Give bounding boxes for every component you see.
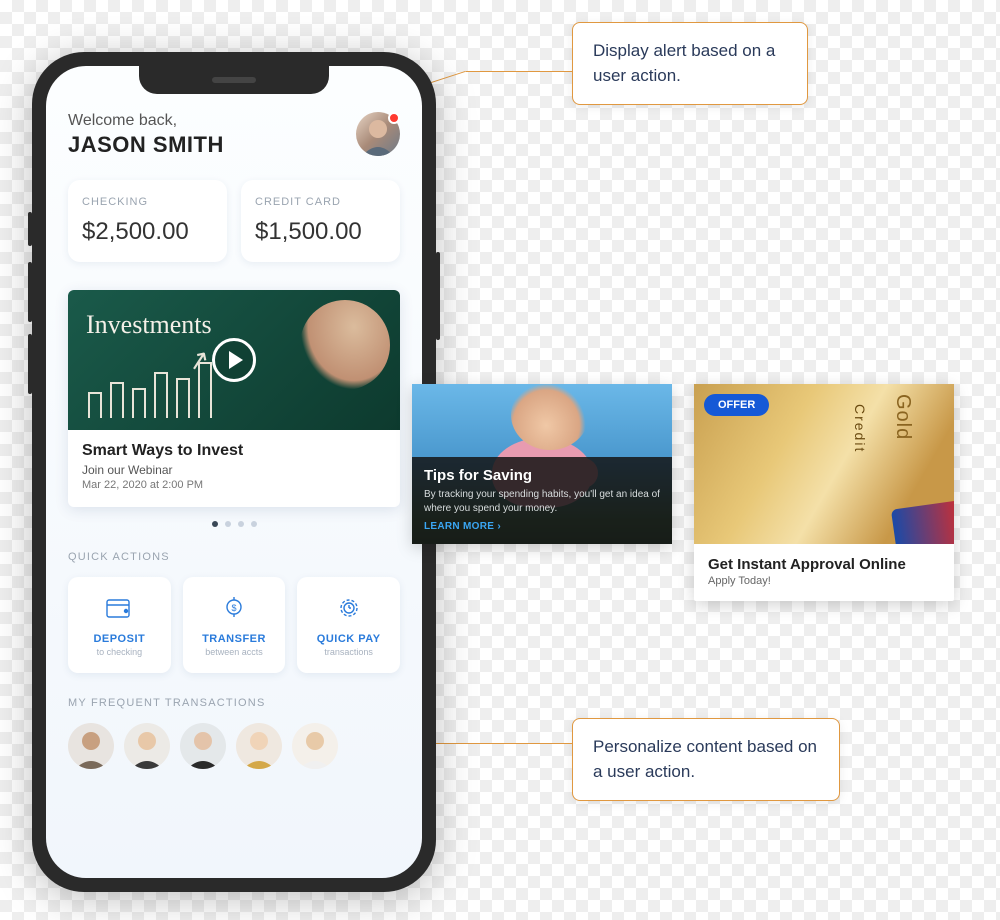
contact-avatar[interactable] xyxy=(292,723,338,769)
welcome-text: Welcome back, xyxy=(68,112,224,130)
promo-subtitle: Apply Today! xyxy=(694,575,954,587)
quick-action-subtitle: transactions xyxy=(305,647,392,657)
promo-title: Get Instant Approval Online xyxy=(694,544,954,575)
quick-action-title: QUICK PAY xyxy=(305,633,392,645)
promo-subtitle: Join our Webinar xyxy=(82,463,386,477)
contact-avatar[interactable] xyxy=(124,723,170,769)
user-name: JASON SMITH xyxy=(68,132,224,158)
promo-image-text: Investments xyxy=(86,310,212,340)
promo-date: Mar 22, 2020 at 2:00 PM xyxy=(82,479,386,491)
quick-action-subtitle: to checking xyxy=(76,647,163,657)
callout-personalize: Personalize content based on a user acti… xyxy=(572,718,840,801)
balance-label: CHECKING xyxy=(82,196,213,208)
promo-image: OFFER Credit Gold VISA xyxy=(694,384,954,544)
carousel-dot[interactable] xyxy=(238,521,244,527)
phone-screen: Welcome back, JASON SMITH CHECKING $2,50… xyxy=(46,66,422,878)
carousel-dot[interactable] xyxy=(225,521,231,527)
promo-card-offer[interactable]: OFFER Credit Gold VISA Get Instant Appro… xyxy=(694,384,954,601)
phone-notch xyxy=(139,66,329,94)
balance-card-credit[interactable]: CREDIT CARD $1,500.00 xyxy=(241,180,400,262)
balance-amount: $2,500.00 xyxy=(82,218,213,246)
svg-text:$: $ xyxy=(231,603,236,613)
promo-image: Investments ↗ xyxy=(68,290,400,430)
quick-action-transfer[interactable]: $ TRANSFER between accts xyxy=(183,577,286,673)
welcome-block: Welcome back, JASON SMITH xyxy=(68,112,224,158)
promo-image: Tips for Saving By tracking your spendin… xyxy=(412,384,672,544)
promo-title: Tips for Saving xyxy=(424,467,660,484)
balance-card-checking[interactable]: CHECKING $2,500.00 xyxy=(68,180,227,262)
visa-logo: VISA xyxy=(904,517,950,538)
carousel-dots[interactable] xyxy=(68,521,400,527)
hand-icon xyxy=(300,300,390,390)
promo-title: Smart Ways to Invest xyxy=(82,442,386,460)
section-title-frequent: MY FREQUENT TRANSACTIONS xyxy=(68,697,400,709)
carousel-dot[interactable] xyxy=(212,521,218,527)
quick-action-title: TRANSFER xyxy=(191,633,278,645)
transfer-icon: $ xyxy=(191,593,278,623)
carousel-dot[interactable] xyxy=(251,521,257,527)
avatar[interactable] xyxy=(356,112,400,156)
phone-frame: Welcome back, JASON SMITH CHECKING $2,50… xyxy=(32,52,436,892)
callout-alert: Display alert based on a user action. xyxy=(572,22,808,105)
promo-description: By tracking your spending habits, you'll… xyxy=(424,488,660,515)
quick-action-subtitle: between accts xyxy=(191,647,278,657)
play-icon[interactable] xyxy=(212,338,256,382)
bar-chart-icon xyxy=(88,362,212,418)
balance-amount: $1,500.00 xyxy=(255,218,386,246)
card-text: Gold xyxy=(891,394,914,440)
learn-more-link[interactable]: LEARN MORE xyxy=(424,521,660,532)
promo-card-investments[interactable]: Investments ↗ Smart Ways to Invest Join … xyxy=(68,290,400,507)
quick-action-title: DEPOSIT xyxy=(76,633,163,645)
contact-avatar[interactable] xyxy=(180,723,226,769)
frequent-contacts xyxy=(68,723,400,769)
section-title-quick-actions: QUICK ACTIONS xyxy=(68,551,400,563)
contact-avatar[interactable] xyxy=(236,723,282,769)
clock-icon xyxy=(305,593,392,623)
promo-card-savings[interactable]: Tips for Saving By tracking your spendin… xyxy=(412,384,672,544)
callout-leader xyxy=(466,71,572,72)
quick-action-deposit[interactable]: DEPOSIT to checking xyxy=(68,577,171,673)
balance-label: CREDIT CARD xyxy=(255,196,386,208)
wallet-icon xyxy=(76,593,163,623)
card-text: Credit xyxy=(852,404,868,453)
contact-avatar[interactable] xyxy=(68,723,114,769)
offer-badge: OFFER xyxy=(704,394,769,416)
quick-action-quickpay[interactable]: QUICK PAY transactions xyxy=(297,577,400,673)
notification-dot-icon[interactable] xyxy=(388,112,400,124)
hand-icon xyxy=(511,380,589,450)
